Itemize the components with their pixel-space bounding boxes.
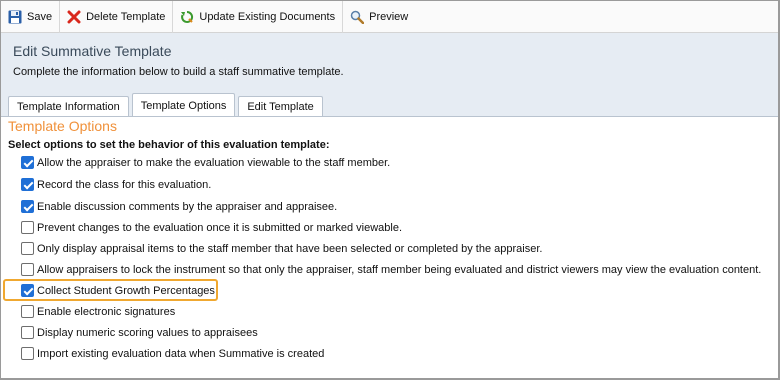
option-label: Display numeric scoring values to apprai… [37,326,258,339]
option-label: Prevent changes to the evaluation once i… [37,221,403,234]
page-subtitle: Complete the information below to build … [13,66,344,78]
save-icon [8,10,22,23]
option-label: Collect Student Growth Percentages [37,284,215,297]
option-discussion-comments[interactable]: Enable discussion comments by the apprai… [21,199,337,214]
checkbox[interactable] [21,284,34,297]
tab-label: Template Information [17,101,120,113]
option-label: Import existing evaluation data when Sum… [37,347,325,360]
delete-x-icon [67,10,81,23]
option-label: Only display appraisal items to the staf… [37,242,543,255]
magnifier-icon [350,10,365,24]
checkbox[interactable] [21,305,34,318]
refresh-icon [181,10,194,23]
checkbox[interactable] [21,156,34,169]
option-electronic-signatures[interactable]: Enable electronic signatures [21,304,175,319]
option-record-class[interactable]: Record the class for this evaluation. [21,177,211,192]
save-label: Save [27,10,53,23]
option-collect-sgp[interactable]: Collect Student Growth Percentages [21,283,215,298]
instructions-text: Select options to set the behavior of th… [8,139,330,151]
tab-divider [1,116,778,117]
toolbar: Save Delete Template Update Existing Doc… [1,0,778,33]
tab-edit-template[interactable]: Edit Template [238,96,323,117]
checkbox[interactable] [21,221,34,234]
tab-label: Edit Template [247,101,314,113]
option-label: Enable electronic signatures [37,305,176,318]
preview-label: Preview [369,10,409,23]
tab-label: Template Options [140,99,227,112]
option-lock-instrument[interactable]: Allow appraisers to lock the instrument … [21,262,761,277]
option-import-existing-data[interactable]: Import existing evaluation data when Sum… [21,346,324,361]
option-label: Record the class for this evaluation. [37,178,212,191]
tab-template-information[interactable]: Template Information [8,96,129,117]
tab-bar: Template Information Template Options Ed… [8,92,326,117]
save-button[interactable]: Save [1,0,61,33]
option-label: Enable discussion comments by the apprai… [37,200,338,213]
checkbox[interactable] [21,178,34,191]
checkbox[interactable] [21,200,34,213]
delete-template-button[interactable]: Delete Template [60,0,174,33]
option-numeric-scoring[interactable]: Display numeric scoring values to apprai… [21,325,258,340]
delete-template-label: Delete Template [86,10,166,23]
tab-template-options[interactable]: Template Options [131,93,236,117]
option-label: Allow the appraiser to make the evaluati… [37,156,391,169]
preview-button[interactable]: Preview [343,1,415,33]
option-allow-viewable[interactable]: Allow the appraiser to make the evaluati… [21,155,390,170]
option-prevent-changes[interactable]: Prevent changes to the evaluation once i… [21,220,402,235]
update-existing-documents-button[interactable]: Update Existing Documents [173,0,344,33]
checkbox[interactable] [21,326,34,339]
section-title: Template Options [8,118,117,134]
page-title: Edit Summative Template [13,43,172,59]
option-label: Allow appraisers to lock the instrument … [37,263,762,276]
update-existing-documents-label: Update Existing Documents [199,10,336,23]
checkbox[interactable] [21,347,34,360]
option-only-display-items[interactable]: Only display appraisal items to the staf… [21,241,542,256]
checkbox[interactable] [21,242,34,255]
checkbox[interactable] [21,263,34,276]
